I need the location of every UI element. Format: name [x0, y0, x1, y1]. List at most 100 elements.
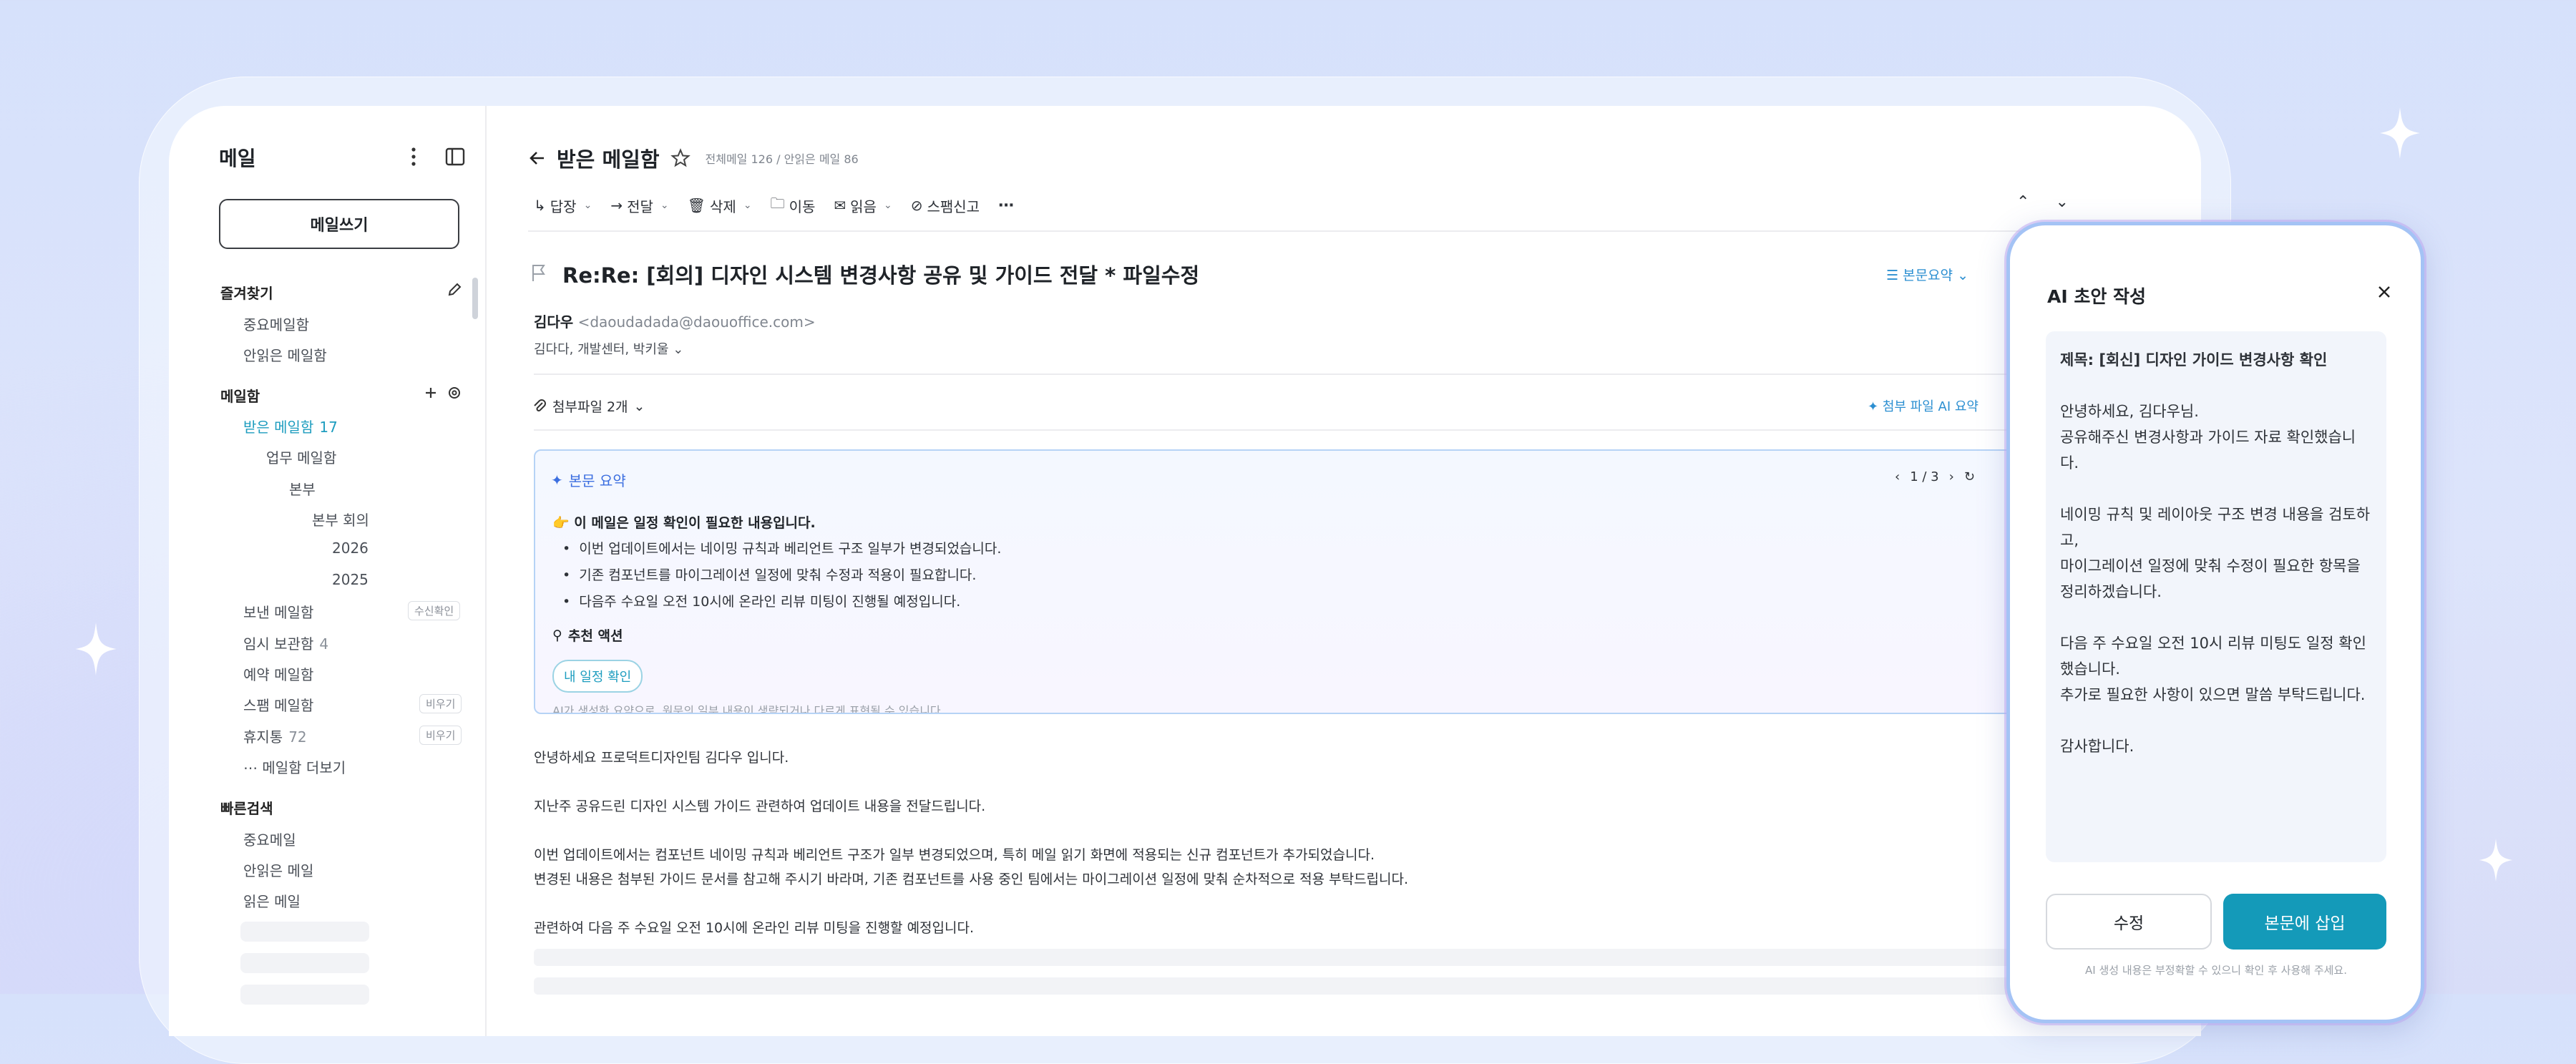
envelope-open-icon: ✉ — [834, 197, 847, 214]
sender[interactable]: 김다우 <daoudadada@daouoffice.com> — [534, 311, 816, 331]
panel-icon[interactable] — [444, 146, 466, 167]
chevron-up-icon[interactable]: ⌃ — [2016, 193, 2029, 211]
favorites-header: 즐겨찾기 — [220, 285, 273, 302]
folder-icon: 🗀 — [770, 195, 785, 212]
pencil-icon[interactable] — [447, 282, 462, 298]
draft-subject: 제목: [회신] 디자인 가이드 변경사항 확인 — [2060, 351, 2328, 369]
quick-important[interactable]: 중요메일 — [243, 829, 296, 849]
sidebar-title: 메일 — [219, 147, 256, 170]
delete-button[interactable]: 🗑 삭제 ⌄ — [688, 195, 752, 216]
ai-note: AI 생성 내용은 부정확할 수 있으니 확인 후 사용해 주세요. — [2085, 964, 2347, 977]
recipients[interactable]: 김다다, 개발센터, 박키울 ⌄ — [534, 339, 683, 358]
sidebar-item-scheduled[interactable]: 예약 메일함 — [243, 663, 313, 684]
sidebar: 메일 메일쓰기 즐겨찾기 중요메일함 안읽은 메일함 메일함 받은 메일함 17 … — [169, 106, 487, 1036]
sidebar-more-mailboxes[interactable]: ⋯ 메일함 더보기 — [243, 756, 346, 777]
forward-icon: → — [610, 197, 623, 214]
sidebar-item-unread[interactable]: 안읽은 메일함 — [243, 344, 327, 365]
summary-button[interactable]: ☰ 본문요약 ⌄ — [1886, 265, 1968, 284]
back-arrow-icon[interactable] — [528, 149, 547, 167]
trash-icon: 🗑 — [687, 197, 706, 214]
read-button[interactable]: ✉ 읽음 ⌄ — [834, 195, 892, 216]
body-placeholder — [534, 977, 2137, 995]
summary-lines-icon: ☰ — [1886, 268, 1899, 283]
ai-sparkle-icon: ✦ — [1868, 399, 1879, 414]
mailbox-header-bar: 받은 메일함 전체메일 126 / 안읽은 메일 86 — [528, 143, 859, 173]
chevron-down-icon: ⌄ — [633, 398, 645, 414]
empty-trash-chip[interactable]: 비우기 — [419, 726, 462, 745]
body-line: 이번 업데이트에서는 컴포넌트 네이밍 규칙과 베리언트 구조가 일부 변경되었… — [534, 847, 1375, 863]
sidebar-item-2025[interactable]: 2025 — [332, 571, 369, 588]
more-actions-button[interactable]: ⋯ — [998, 197, 1015, 215]
chevron-down-icon: ⌄ — [660, 200, 669, 211]
gear-icon[interactable] — [447, 385, 462, 401]
sidebar-item-spam[interactable]: 스팸 메일함 — [243, 694, 313, 715]
body-line: 변경된 내용은 첨부된 가이드 문서를 참고해 주시기 바라며, 기존 컴포넌트… — [534, 872, 1409, 887]
summary-bullet: 다음주 수요일 오전 10시에 온라인 리뷰 미팅이 진행될 예정입니다. — [562, 591, 1001, 610]
mailbox-header: 메일함 — [220, 388, 260, 405]
plus-icon[interactable] — [424, 386, 438, 400]
mail-app: 메일 메일쓰기 즐겨찾기 중요메일함 안읽은 메일함 메일함 받은 메일함 17 … — [169, 106, 2201, 1036]
read-receipt-chip[interactable]: 수신확인 — [408, 601, 461, 620]
refresh-icon[interactable]: ↻ — [1964, 469, 1975, 484]
ai-draft-panel: AI 초안 작성 제목: [회신] 디자인 가이드 변경사항 확인 안녕하세요,… — [2006, 222, 2424, 1023]
toolbar: ↳ 답장 ⌄ → 전달 ⌄ 🗑 삭제 ⌄ 🗀 이동 ✉ 읽음 ⌄ ⊘ 스팸신고 ⋯ — [534, 193, 1033, 218]
sidebar-item-work[interactable]: 업무 메일함 — [266, 446, 336, 467]
spam-report-button[interactable]: ⊘ 스팸신고 — [911, 195, 980, 216]
ai-draft-content[interactable]: 제목: [회신] 디자인 가이드 변경사항 확인 안녕하세요, 김다우님. 공유… — [2046, 331, 2386, 862]
sidebar-item-inbox[interactable]: 받은 메일함 17 — [243, 416, 338, 436]
quick-read[interactable]: 읽은 메일 — [243, 890, 301, 911]
recommended-actions-label: ⚲ 추천 액션 — [552, 627, 623, 645]
sidebar-item-hq-meeting[interactable]: 본부 회의 — [312, 509, 369, 529]
summary-bullets: 이번 업데이트에서는 네이밍 규칙과 베리언트 구조 일부가 변경되었습니다. … — [562, 538, 1001, 618]
empty-spam-chip[interactable]: 비우기 — [419, 694, 462, 713]
chevron-right-icon[interactable]: › — [1949, 469, 1954, 484]
body-line: 지난주 공유드린 디자인 시스템 가이드 관련하여 업데이트 내용을 전달드립니… — [534, 799, 986, 814]
sparkle-icon: ✦ — [551, 471, 563, 489]
move-button[interactable]: 🗀 이동 — [771, 193, 816, 218]
toolbar-divider — [528, 230, 2201, 232]
sidebar-item-sent[interactable]: 보낸 메일함 — [243, 601, 313, 622]
reply-button[interactable]: ↳ 답장 ⌄ — [534, 195, 592, 216]
sidebar-item-trash[interactable]: 휴지통 72 — [243, 726, 307, 746]
quick-search-header: 빠른검색 — [220, 800, 273, 817]
edit-button[interactable]: 수정 — [2046, 894, 2212, 950]
mail-navigation: ⌃ ⌄ — [2016, 193, 2069, 211]
chevron-down-icon[interactable]: ⌄ — [2055, 193, 2068, 211]
star-icon[interactable] — [670, 147, 691, 169]
insert-into-body-button[interactable]: 본문에 삽입 — [2223, 894, 2386, 950]
block-icon: ⊘ — [910, 197, 923, 214]
draft-paragraph: 네이밍 규칙 및 레이아웃 구조 변경 내용을 검토하고, 마이그레이션 일정에… — [2060, 506, 2371, 600]
chevron-left-icon[interactable]: ‹ — [1895, 469, 1900, 484]
summary-pager: ‹ 1 / 3 › ↻ — [1895, 469, 1975, 484]
body-line: 관련하여 다음 주 수요일 오전 10시에 온라인 리뷰 미팅을 진행할 예정입… — [534, 920, 975, 936]
sparkle-icon — [75, 623, 117, 675]
body-line: 안녕하세요 프로덕트디자인팀 김다우 입니다. — [534, 750, 789, 766]
compose-button[interactable]: 메일쓰기 — [219, 199, 459, 249]
chevron-down-icon: ⌄ — [743, 200, 752, 211]
sidebar-item-drafts[interactable]: 임시 보관함 4 — [243, 633, 328, 653]
close-icon[interactable] — [2375, 283, 2394, 301]
summary-card-title: ✦ 본문 요약 — [551, 471, 626, 490]
sidebar-item-2026[interactable]: 2026 — [332, 540, 369, 557]
ai-panel-title: AI 초안 작성 — [2047, 286, 2147, 307]
draft-paragraph: 안녕하세요, 김다우님. 공유해주신 변경사항과 가이드 자료 확인했습니다. — [2060, 403, 2356, 472]
body-placeholder — [534, 949, 2137, 966]
sidebar-item-important[interactable]: 중요메일함 — [243, 313, 309, 334]
flag-icon[interactable] — [531, 263, 547, 282]
kebab-icon[interactable] — [406, 146, 421, 167]
sparkle-icon — [2380, 107, 2420, 159]
sidebar-scrollbar[interactable] — [472, 278, 478, 319]
mailbox-counts: 전체메일 126 / 안읽은 메일 86 — [705, 152, 859, 166]
attachment-ai-summary-button[interactable]: ✦ 첨부 파일 AI 요약 — [1868, 396, 1979, 415]
header-divider — [534, 374, 2201, 375]
check-schedule-chip[interactable]: 내 일정 확인 — [552, 660, 643, 693]
attachments-toggle[interactable]: 첨부파일 2개 ⌄ — [532, 396, 645, 416]
sidebar-item-hq[interactable]: 본부 — [289, 478, 316, 499]
skeleton-placeholder — [240, 985, 369, 1005]
reply-icon: ↳ — [534, 197, 546, 214]
paperclip-icon — [534, 399, 546, 411]
quick-unread[interactable]: 안읽은 메일 — [243, 859, 313, 880]
chevron-down-icon: ⌄ — [1957, 268, 1968, 283]
chevron-down-icon: ⌄ — [583, 200, 592, 211]
forward-button[interactable]: → 전달 ⌄ — [610, 195, 668, 216]
